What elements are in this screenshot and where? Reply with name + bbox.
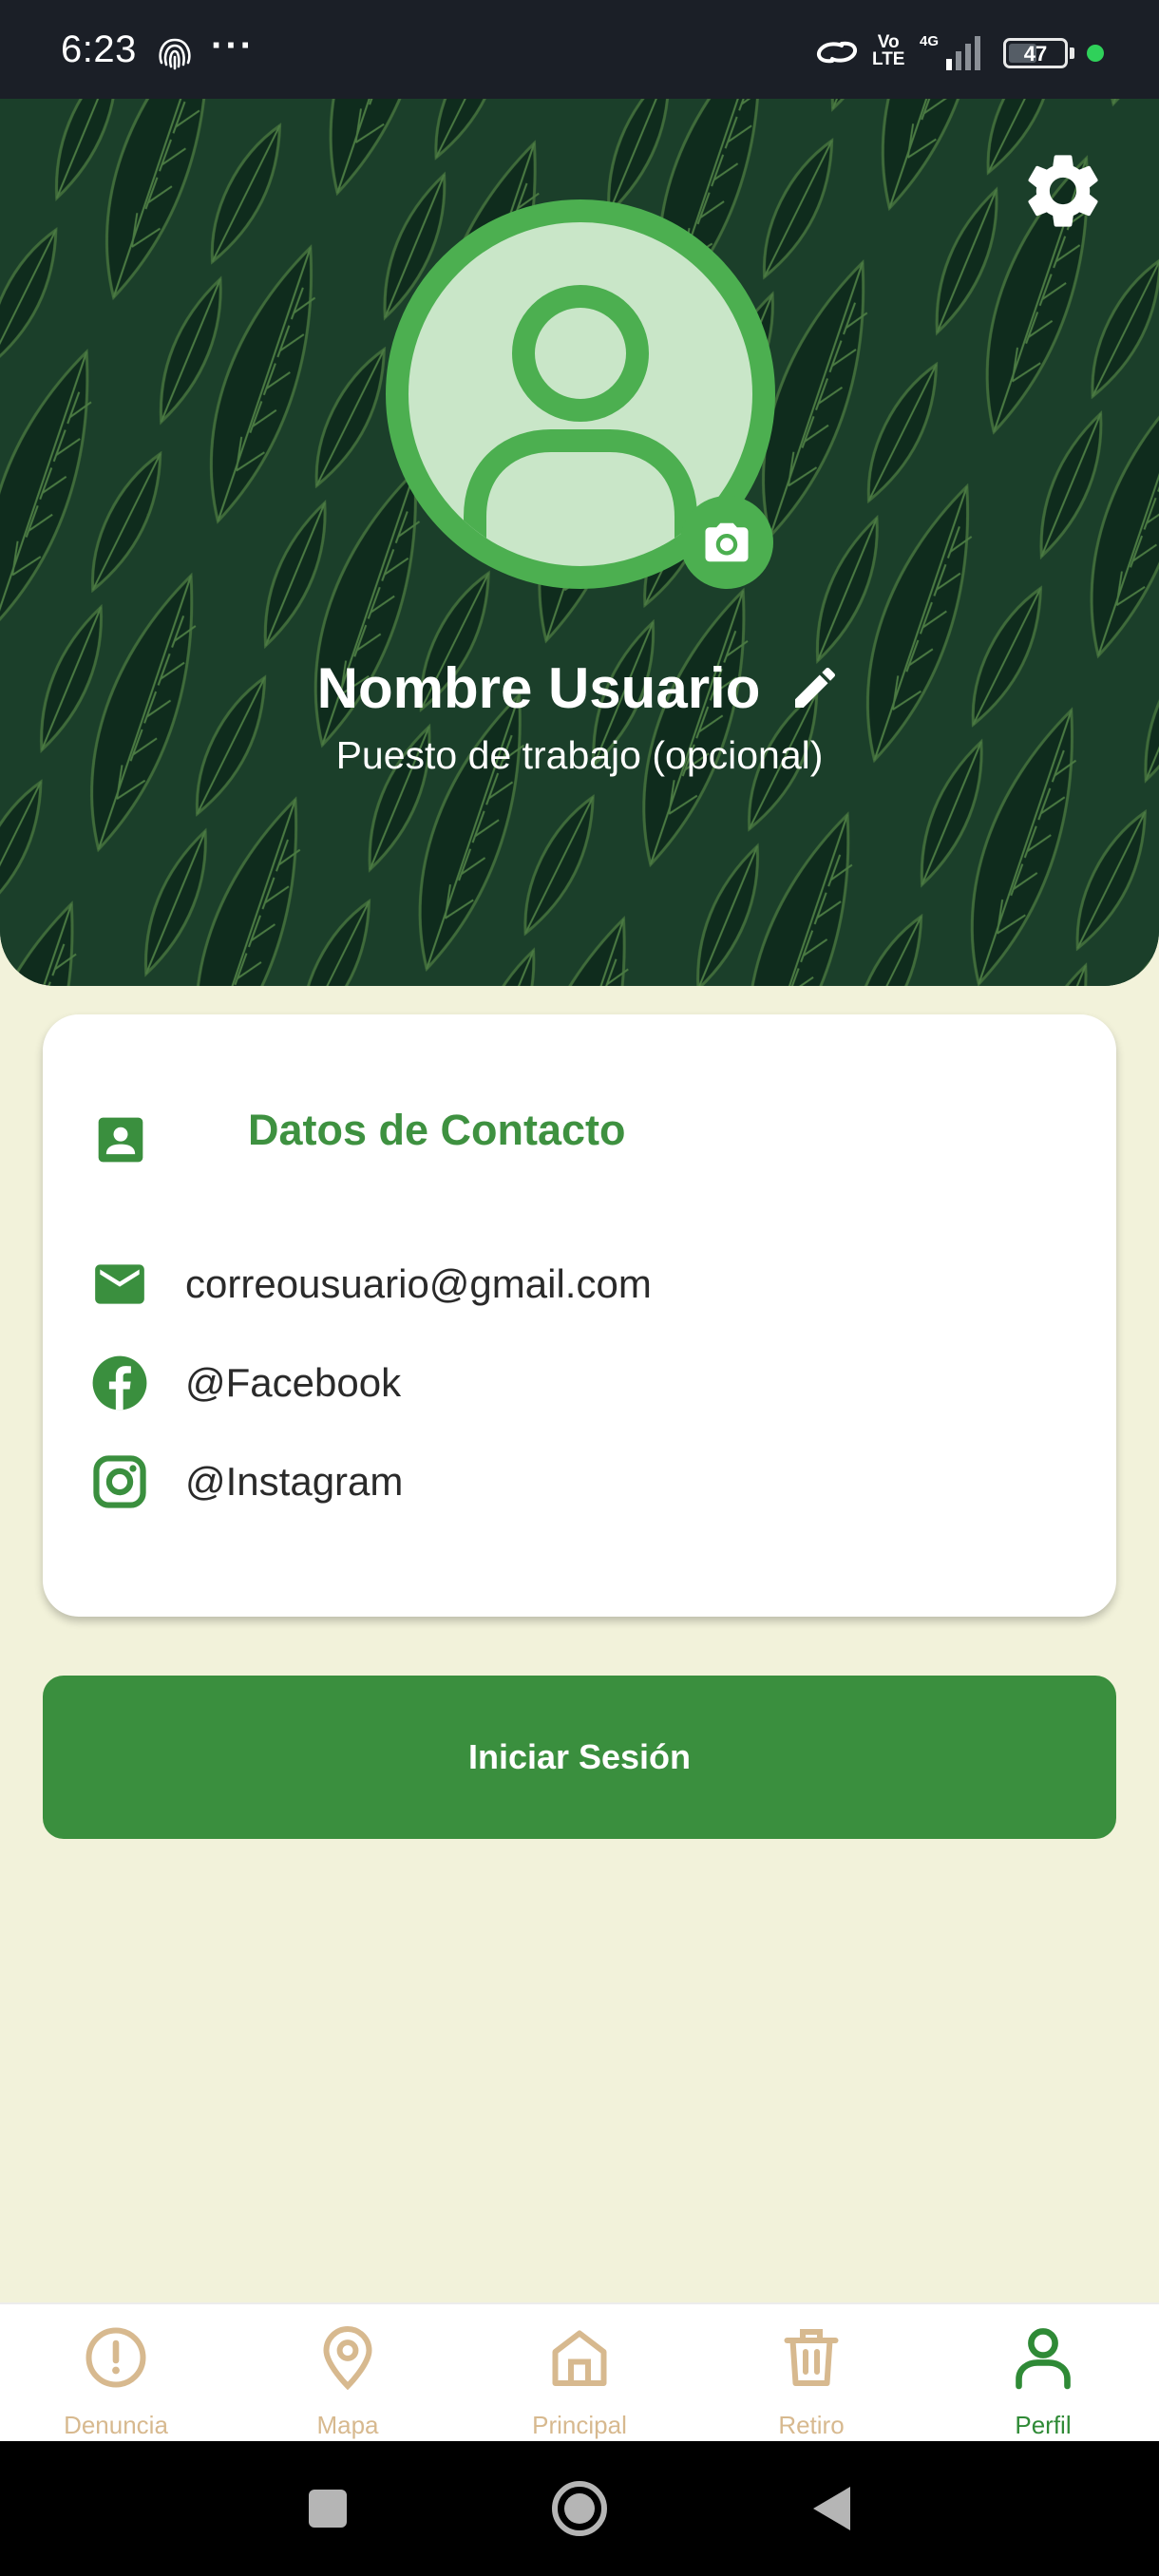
- facebook-icon: [92, 1355, 147, 1411]
- battery-icon: 47: [1003, 38, 1068, 68]
- camera-icon: [705, 522, 749, 562]
- home-icon: [552, 2330, 607, 2386]
- status-bar: 6:23 ··· Vo LTE 4G 47: [0, 0, 1159, 99]
- nav-label-principal: Principal: [532, 2411, 627, 2439]
- contact-instagram: @Instagram: [185, 1459, 404, 1504]
- nav-label-retiro: Retiro: [778, 2411, 845, 2439]
- contact-email-row[interactable]: correousuario@gmail.com: [90, 1246, 652, 1322]
- pencil-icon[interactable]: [788, 661, 842, 714]
- contact-email: correousuario@gmail.com: [185, 1261, 652, 1306]
- instagram-icon: [93, 1455, 146, 1508]
- nav-item-retiro[interactable]: Retiro: [695, 2304, 927, 2443]
- contact-card-title: Datos de Contacto: [248, 1106, 626, 1154]
- email-icon: [95, 1264, 144, 1304]
- nav-label-perfil: Perfil: [1015, 2411, 1072, 2439]
- login-button[interactable]: Iniciar Sesión: [43, 1676, 1116, 1839]
- contact-card-icon: [98, 1117, 143, 1163]
- user-name: Nombre Usuario: [316, 655, 761, 720]
- nav-item-principal[interactable]: Principal: [464, 2304, 695, 2443]
- battery-level: 47: [1023, 42, 1048, 66]
- signal-icon: 4G: [920, 33, 980, 70]
- map-pin-icon: [323, 2325, 372, 2391]
- nav-item-perfil[interactable]: Perfil: [927, 2304, 1159, 2443]
- avatar[interactable]: [386, 199, 775, 589]
- gear-icon[interactable]: [1018, 146, 1108, 236]
- job-title: Puesto de trabajo (opcional): [335, 733, 824, 777]
- status-more-dots: ···: [211, 25, 255, 66]
- nav-label-denuncia: Denuncia: [64, 2411, 168, 2439]
- contact-facebook: @Facebook: [185, 1360, 402, 1405]
- volte-indicator: Vo LTE: [872, 32, 905, 69]
- profile-header: Nombre Usuario Puesto de trabajo (opcion…: [0, 99, 1159, 986]
- recent-apps-icon[interactable]: [294, 2475, 361, 2542]
- system-nav-bar: [0, 2441, 1159, 2576]
- bottom-nav: Denuncia Mapa Principal Retiro Perfil: [0, 2302, 1159, 2441]
- person-icon: [1016, 2328, 1071, 2390]
- user-name-row: Nombre Usuario: [0, 650, 1159, 726]
- nav-item-denuncia[interactable]: Denuncia: [0, 2304, 232, 2443]
- nav-label-mapa: Mapa: [316, 2411, 379, 2439]
- contact-instagram-row[interactable]: @Instagram: [90, 1444, 403, 1520]
- privacy-indicator-dot: [1087, 45, 1104, 62]
- alert-circle-icon: [86, 2327, 146, 2388]
- contact-facebook-row[interactable]: @Facebook: [90, 1345, 401, 1421]
- status-time: 6:23: [61, 28, 137, 70]
- fingerprint-icon: [159, 38, 191, 70]
- contact-card: Datos de Contacto correousuario@gmail.co…: [43, 1014, 1116, 1617]
- change-photo-button[interactable]: [680, 496, 773, 589]
- home-button-icon[interactable]: [546, 2475, 613, 2542]
- trash-icon: [784, 2329, 839, 2386]
- network-type-label: 4G: [920, 33, 939, 49]
- back-icon[interactable]: [798, 2475, 864, 2542]
- nav-item-mapa[interactable]: Mapa: [232, 2304, 464, 2443]
- hotspot-link-icon: [816, 41, 858, 64]
